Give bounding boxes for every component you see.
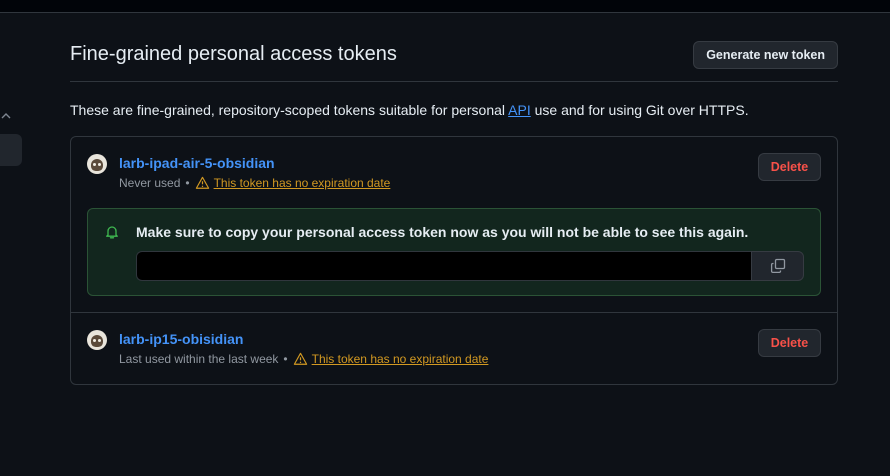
expiration-warning-link[interactable]: This token has no expiration date [214,174,391,192]
token-usage: Never used [119,176,181,190]
flash-message: Make sure to copy your personal access t… [136,224,749,240]
token-meta: Never used • This token has no expiratio… [119,174,821,192]
token-item: larb-ip15-obisidian Last used within the… [71,312,837,384]
token-list: larb-ipad-air-5-obsidian Never used • Th… [70,136,838,385]
expiration-warning-link[interactable]: This token has no expiration date [312,350,489,368]
avatar [87,330,107,350]
token-meta: Last used within the last week • This to… [119,350,821,368]
meta-separator: • [283,352,288,366]
chevron-up-icon[interactable] [0,110,14,126]
delete-token-button[interactable]: Delete [758,153,821,181]
alert-icon [195,176,209,189]
token-value-input[interactable] [136,251,751,281]
token-name-link[interactable]: larb-ip15-obisidian [119,329,243,349]
description-text: These are fine-grained, repository-scope… [70,102,509,118]
bell-icon [106,226,118,239]
delete-token-button[interactable]: Delete [758,329,821,357]
sidebar-selected-item[interactable] [0,134,22,166]
avatar [87,154,107,174]
copy-token-flash: Make sure to copy your personal access t… [87,208,821,296]
api-link[interactable]: API [508,102,531,118]
description-text-end: use and for using Git over HTTPS. [530,102,749,118]
generate-new-token-button[interactable]: Generate new token [693,40,838,69]
main-content: Fine-grained personal access tokens Gene… [70,28,838,385]
page-title: Fine-grained personal access tokens [70,43,397,65]
page-header: Fine-grained personal access tokens Gene… [70,28,838,82]
copy-icon [770,258,785,274]
footer [0,469,890,476]
token-usage: Last used within the last week [119,352,279,366]
alert-icon [293,352,307,365]
token-name-link[interactable]: larb-ipad-air-5-obsidian [119,153,275,173]
top-bar [0,0,890,13]
page-description: These are fine-grained, repository-scope… [70,100,838,120]
token-item: larb-ipad-air-5-obsidian Never used • Th… [71,137,837,312]
copy-button[interactable] [751,251,804,281]
meta-separator: • [185,176,190,190]
